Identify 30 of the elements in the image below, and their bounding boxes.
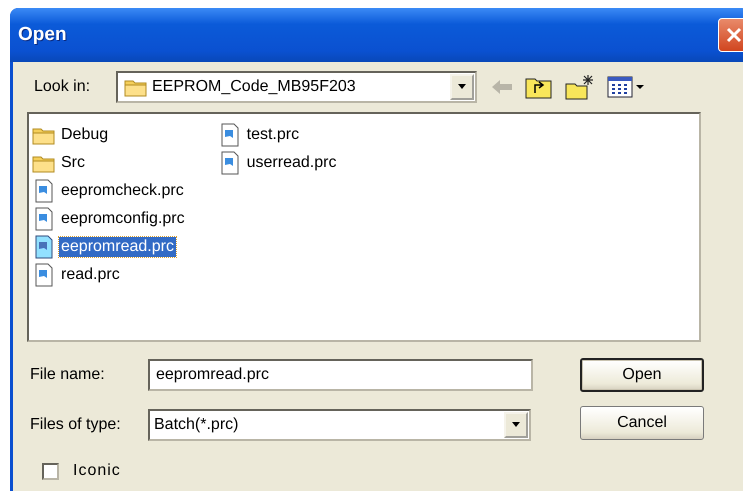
document-icon bbox=[34, 263, 54, 287]
file-list-item[interactable]: test.prc bbox=[216, 121, 338, 149]
document-icon bbox=[220, 123, 240, 147]
open-button[interactable]: Open bbox=[580, 358, 704, 392]
file-list-item[interactable]: Src bbox=[31, 149, 187, 177]
look-in-dropdown[interactable]: EEPROM_Code_MB95F203 bbox=[116, 71, 477, 103]
close-icon bbox=[724, 26, 742, 44]
document-icon bbox=[34, 207, 54, 231]
close-button[interactable] bbox=[718, 18, 743, 52]
files-of-type-dropdown[interactable]: Batch(*.prc) bbox=[148, 409, 531, 441]
document-icon bbox=[34, 179, 54, 203]
iconic-label: Iconic bbox=[73, 462, 121, 480]
document-icon bbox=[34, 235, 54, 259]
file-list-item[interactable]: read.prc bbox=[31, 261, 187, 289]
document-icon bbox=[220, 151, 240, 175]
cancel-button[interactable]: Cancel bbox=[580, 406, 704, 440]
file-list-item[interactable]: userread.prc bbox=[216, 149, 338, 177]
file-list-item[interactable]: eepromconfig.prc bbox=[31, 205, 187, 233]
view-menu-icon[interactable] bbox=[607, 76, 647, 98]
file-name-label: File name: bbox=[30, 366, 106, 384]
file-name-field[interactable]: eepromread.prc bbox=[148, 359, 533, 391]
dropdown-arrow-icon bbox=[511, 422, 521, 428]
iconic-checkbox[interactable] bbox=[42, 462, 59, 480]
look-in-label: Look in: bbox=[34, 78, 92, 96]
files-of-type-label: Files of type: bbox=[30, 416, 122, 434]
file-list-item[interactable]: eepromcheck.prc bbox=[31, 177, 187, 205]
window-title: Open bbox=[18, 24, 67, 46]
new-folder-icon[interactable] bbox=[565, 74, 595, 100]
dropdown-arrow-icon bbox=[457, 84, 467, 90]
file-list-item[interactable]: Debug bbox=[31, 121, 187, 149]
